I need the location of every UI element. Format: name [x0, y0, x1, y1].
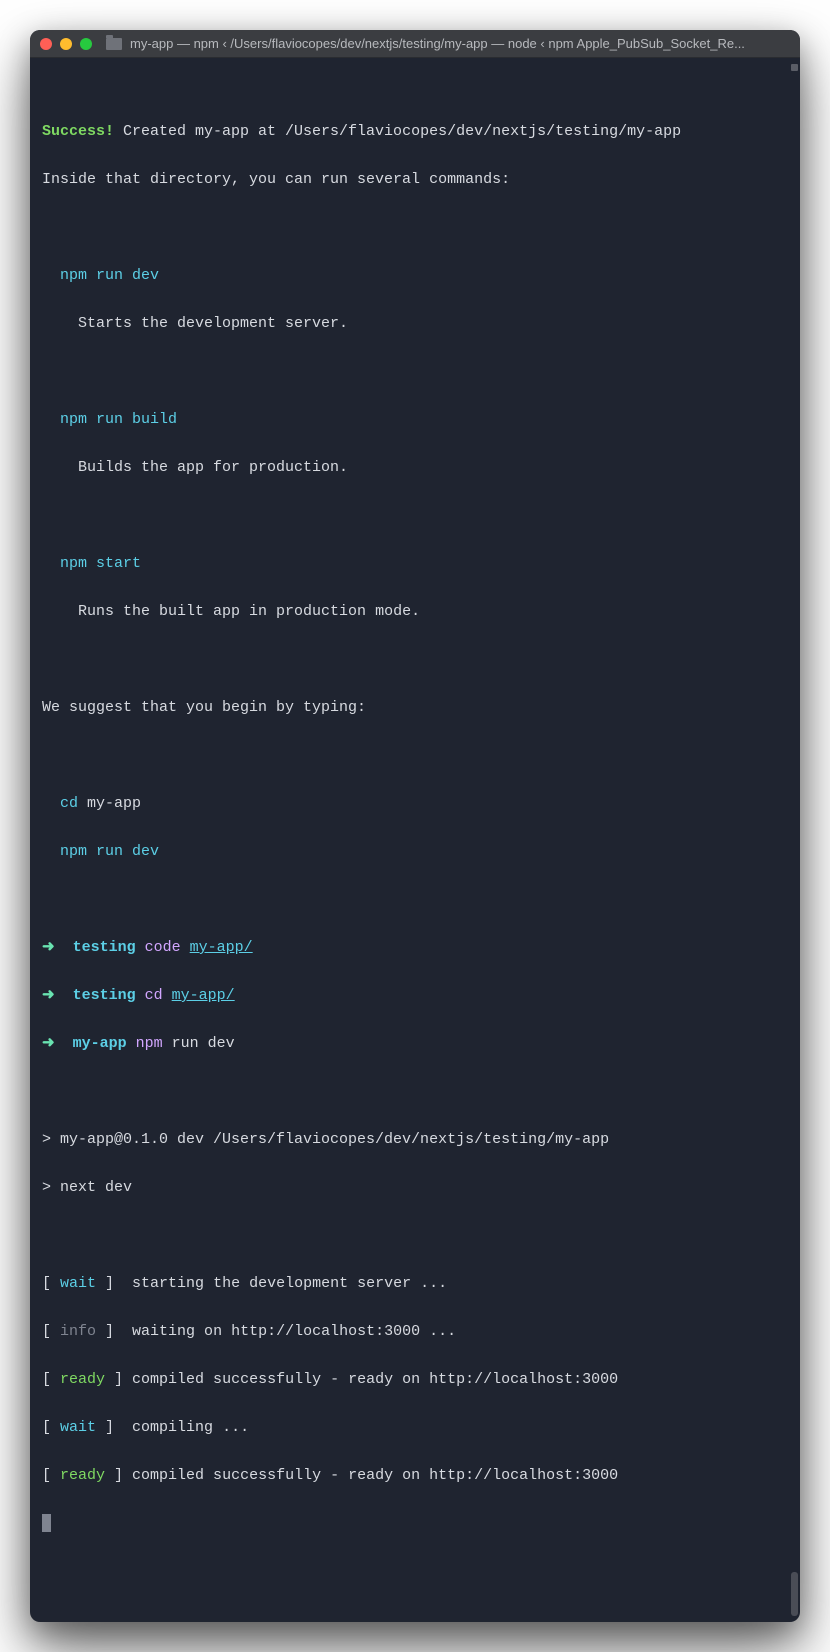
log-line: [ info ] waiting on http://localhost:300… — [42, 1320, 788, 1344]
prompt-line: ➜ my-app npm run dev — [42, 1032, 788, 1056]
window-title: my-app — npm ‹ /Users/flaviocopes/dev/ne… — [130, 36, 790, 51]
output-text: Runs the built app in production mode. — [78, 603, 420, 620]
prompt-arrow-icon: ➜ — [42, 1035, 55, 1052]
folder-icon — [106, 38, 122, 50]
status-tag: wait — [60, 1275, 96, 1292]
close-icon[interactable] — [40, 38, 52, 50]
output-text: Inside that directory, you can run sever… — [42, 168, 788, 192]
prompt-dir: testing — [73, 939, 136, 956]
success-text: Created my-app at /Users/flaviocopes/dev… — [114, 123, 681, 140]
typed-arg: my-app/ — [190, 939, 253, 956]
typed-command: cd — [145, 987, 163, 1004]
output-text: Builds the app for production. — [78, 459, 348, 476]
maximize-icon[interactable] — [80, 38, 92, 50]
output-text: Starts the development server. — [78, 315, 348, 332]
success-label: Success! — [42, 123, 114, 140]
log-line: [ wait ] starting the development server… — [42, 1272, 788, 1296]
command-text: npm run build — [60, 411, 177, 428]
scrollbar-top-marker[interactable] — [791, 64, 798, 71]
status-tag: wait — [60, 1419, 96, 1436]
typed-arg: my-app/ — [172, 987, 235, 1004]
scrollbar-thumb[interactable] — [791, 1572, 798, 1616]
traffic-lights — [40, 38, 92, 50]
titlebar[interactable]: my-app — npm ‹ /Users/flaviocopes/dev/ne… — [30, 30, 800, 58]
command-text: cd — [60, 795, 78, 812]
minimize-icon[interactable] — [60, 38, 72, 50]
status-tag: info — [60, 1323, 96, 1340]
prompt-arrow-icon: ➜ — [42, 939, 55, 956]
prompt-dir: my-app — [73, 1035, 127, 1052]
command-text: npm run dev — [60, 843, 159, 860]
output-text: > my-app@0.1.0 dev /Users/flaviocopes/de… — [42, 1128, 788, 1152]
terminal-output[interactable]: Success! Created my-app at /Users/flavio… — [30, 58, 800, 1622]
typed-arg: run dev — [172, 1035, 235, 1052]
command-text: npm run dev — [60, 267, 159, 284]
status-tag: ready — [60, 1371, 105, 1388]
output-text: > next dev — [42, 1176, 788, 1200]
terminal-window: my-app — npm ‹ /Users/flaviocopes/dev/ne… — [30, 30, 800, 1622]
command-arg: my-app — [78, 795, 141, 812]
log-line: [ ready ] compiled successfully - ready … — [42, 1464, 788, 1488]
status-tag: ready — [60, 1467, 105, 1484]
command-text: npm start — [60, 555, 141, 572]
log-line: [ ready ] compiled successfully - ready … — [42, 1368, 788, 1392]
output-text: We suggest that you begin by typing: — [42, 696, 788, 720]
typed-command: code — [145, 939, 181, 956]
prompt-dir: testing — [73, 987, 136, 1004]
typed-command: npm — [136, 1035, 163, 1052]
prompt-arrow-icon: ➜ — [42, 987, 55, 1004]
log-line: [ wait ] compiling ... — [42, 1416, 788, 1440]
prompt-line: ➜ testing code my-app/ — [42, 936, 788, 960]
prompt-line: ➜ testing cd my-app/ — [42, 984, 788, 1008]
cursor-icon — [42, 1514, 51, 1532]
